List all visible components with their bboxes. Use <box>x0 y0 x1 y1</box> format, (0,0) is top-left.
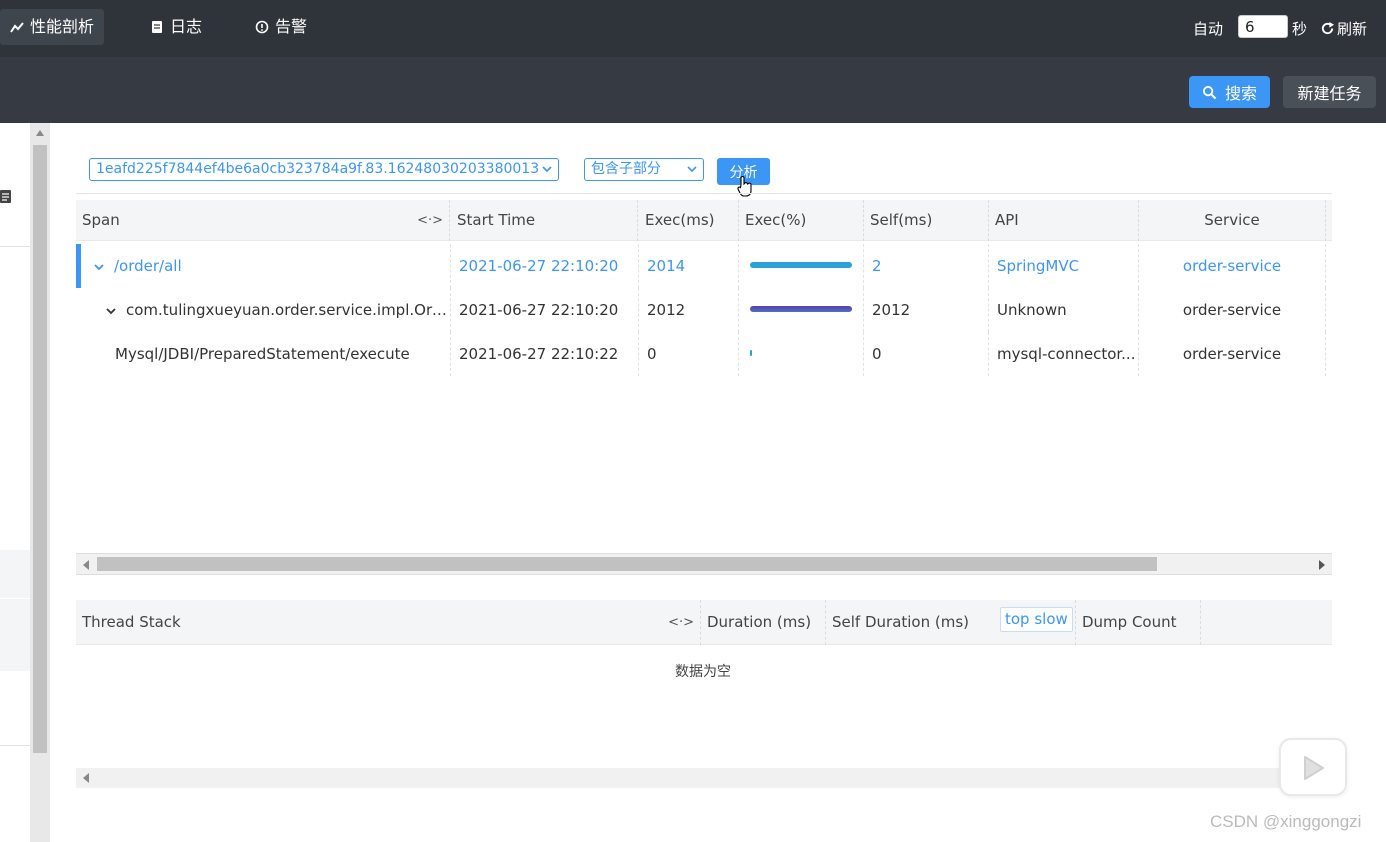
exec-ms-cell: 2012 <box>639 288 739 332</box>
column-duration[interactable]: Duration (ms) <box>701 600 826 645</box>
api-cell: mysql-connector... <box>989 332 1139 376</box>
horizontal-scrollbar[interactable] <box>76 768 1332 788</box>
nav-logs-label: 日志 <box>170 17 203 36</box>
span-table-header: Span <·> Start Time Exec(ms) Exec(%) Sel… <box>76 200 1332 241</box>
scroll-left-arrow-icon[interactable] <box>83 773 89 783</box>
scroll-left-arrow-icon[interactable] <box>83 560 89 570</box>
span-cell[interactable]: /order/all <box>76 244 451 288</box>
table-row[interactable]: /order/all 2021-06-27 22:10:20 2014 2 Sp… <box>76 244 1332 288</box>
self-ms-cell: 2012 <box>864 288 989 332</box>
divider <box>0 246 30 247</box>
table-row[interactable]: com.tulingxueyuan.order.service.impl.Ord… <box>76 288 1332 332</box>
start-time-cell: 2021-06-27 22:10:20 <box>451 288 639 332</box>
column-self-ms[interactable]: Self(ms) <box>864 200 989 241</box>
list-icon <box>0 190 11 203</box>
nav-profiling-label: 性能剖析 <box>30 17 95 36</box>
service-cell: order-service <box>1139 244 1326 288</box>
refresh-button[interactable]: 刷新 <box>1320 18 1367 39</box>
mode-select[interactable]: 包含子部分 <box>584 158 704 181</box>
alert-icon <box>255 20 269 34</box>
top-nav-bar: 性能剖析 日志 告警 自动 秒 刷新 <box>0 0 1386 57</box>
exec-progress-bar <box>750 350 752 356</box>
chevron-down-icon <box>542 166 552 173</box>
scroll-up-arrow-icon[interactable] <box>36 130 44 136</box>
scroll-right-arrow-icon[interactable] <box>1319 560 1325 570</box>
left-panel-row[interactable] <box>0 550 30 598</box>
column-dump-count[interactable]: Dump Count <box>1076 600 1201 645</box>
left-panel <box>0 123 30 842</box>
divider <box>76 193 1332 194</box>
column-thread-stack-label: Thread Stack <box>82 613 181 631</box>
start-time-cell: 2021-06-27 22:10:22 <box>451 332 639 376</box>
exec-progress-bar <box>750 262 852 268</box>
nav-logs[interactable]: 日志 <box>140 9 212 45</box>
api-cell: Unknown <box>989 288 1139 332</box>
play-icon <box>1304 756 1324 780</box>
top-slow-button[interactable]: top slow <box>1000 607 1073 632</box>
self-ms-cell: 0 <box>864 332 989 376</box>
self-ms-cell: 2 <box>864 244 989 288</box>
span-cell[interactable]: com.tulingxueyuan.order.service.impl.Ord… <box>76 288 451 332</box>
column-resize-handle[interactable]: <·> <box>668 600 694 645</box>
span-name: Mysql/JDBI/PreparedStatement/execute <box>115 345 410 363</box>
nav-profiling[interactable]: 性能剖析 <box>0 9 105 45</box>
column-exec-ms[interactable]: Exec(ms) <box>639 200 739 241</box>
refresh-interval-input[interactable] <box>1238 15 1288 38</box>
column-span-label: Span <box>82 211 120 229</box>
toolbar: 搜索 新建任务 <box>0 57 1386 123</box>
search-icon <box>1202 85 1217 99</box>
trace-id-value: 1eafd225f7844ef4be6a0cb323784a9f.83.1624… <box>96 161 540 177</box>
chevron-down-icon[interactable] <box>94 262 104 272</box>
api-cell: SpringMVC <box>989 244 1139 288</box>
column-api[interactable]: API <box>989 200 1139 241</box>
chevron-down-icon <box>687 166 697 173</box>
document-icon <box>152 21 162 33</box>
horizontal-scrollbar[interactable] <box>76 553 1332 575</box>
exec-ms-cell: 0 <box>639 332 739 376</box>
vertical-scrollbar-thumb[interactable] <box>33 145 47 753</box>
column-exec-pct[interactable]: Exec(%) <box>739 200 864 241</box>
mode-value: 包含子部分 <box>591 161 661 177</box>
trend-icon <box>10 22 24 33</box>
watermark: CSDN @xinggongzi <box>1210 812 1362 831</box>
column-thread-stack[interactable]: Thread Stack <·> <box>76 600 701 645</box>
refresh-label: 刷新 <box>1337 20 1368 38</box>
thread-stack-table-header: Thread Stack <·> Duration (ms) Self Dura… <box>76 600 1332 645</box>
exec-pct-cell <box>739 288 864 332</box>
left-panel-row[interactable] <box>0 599 30 671</box>
auto-refresh-label: 自动 <box>1193 20 1224 38</box>
column-start-time[interactable]: Start Time <box>451 200 638 241</box>
column-service[interactable]: Service <box>1139 200 1326 241</box>
table-row[interactable]: Mysql/JDBI/PreparedStatement/execute 202… <box>76 332 1332 376</box>
service-cell: order-service <box>1139 288 1326 332</box>
seconds-label: 秒 <box>1292 20 1308 38</box>
vertical-scrollbar[interactable] <box>30 123 50 842</box>
empty-state-text: 数据为空 <box>675 664 731 680</box>
search-button[interactable]: 搜索 <box>1189 76 1270 108</box>
trace-id-select[interactable]: 1eafd225f7844ef4be6a0cb323784a9f.83.1624… <box>89 158 559 181</box>
column-resize-handle[interactable]: <·> <box>417 200 443 241</box>
exec-pct-cell <box>739 244 864 288</box>
divider <box>0 745 30 746</box>
chevron-down-icon[interactable] <box>106 306 116 316</box>
exec-ms-cell: 2014 <box>639 244 739 288</box>
column-span[interactable]: Span <·> <box>76 200 450 241</box>
new-task-button[interactable]: 新建任务 <box>1283 76 1376 108</box>
search-button-label: 搜索 <box>1224 84 1257 103</box>
exec-pct-cell <box>739 332 864 376</box>
span-name: /order/all <box>114 257 182 275</box>
refresh-icon <box>1321 21 1335 35</box>
nav-alerts[interactable]: 告警 <box>245 9 317 45</box>
horizontal-scrollbar-thumb[interactable] <box>97 557 1157 571</box>
video-player-widget[interactable] <box>1279 738 1347 796</box>
new-task-label: 新建任务 <box>1297 84 1362 103</box>
span-cell[interactable]: Mysql/JDBI/PreparedStatement/execute <box>76 332 451 376</box>
start-time-cell: 2021-06-27 22:10:20 <box>451 244 639 288</box>
main-content: 1eafd225f7844ef4be6a0cb323784a9f.83.1624… <box>50 123 1386 842</box>
exec-progress-bar <box>750 306 852 312</box>
span-name: com.tulingxueyuan.order.service.impl.Ord… <box>126 301 451 319</box>
service-cell: order-service <box>1139 332 1326 376</box>
nav-alerts-label: 告警 <box>275 17 308 36</box>
